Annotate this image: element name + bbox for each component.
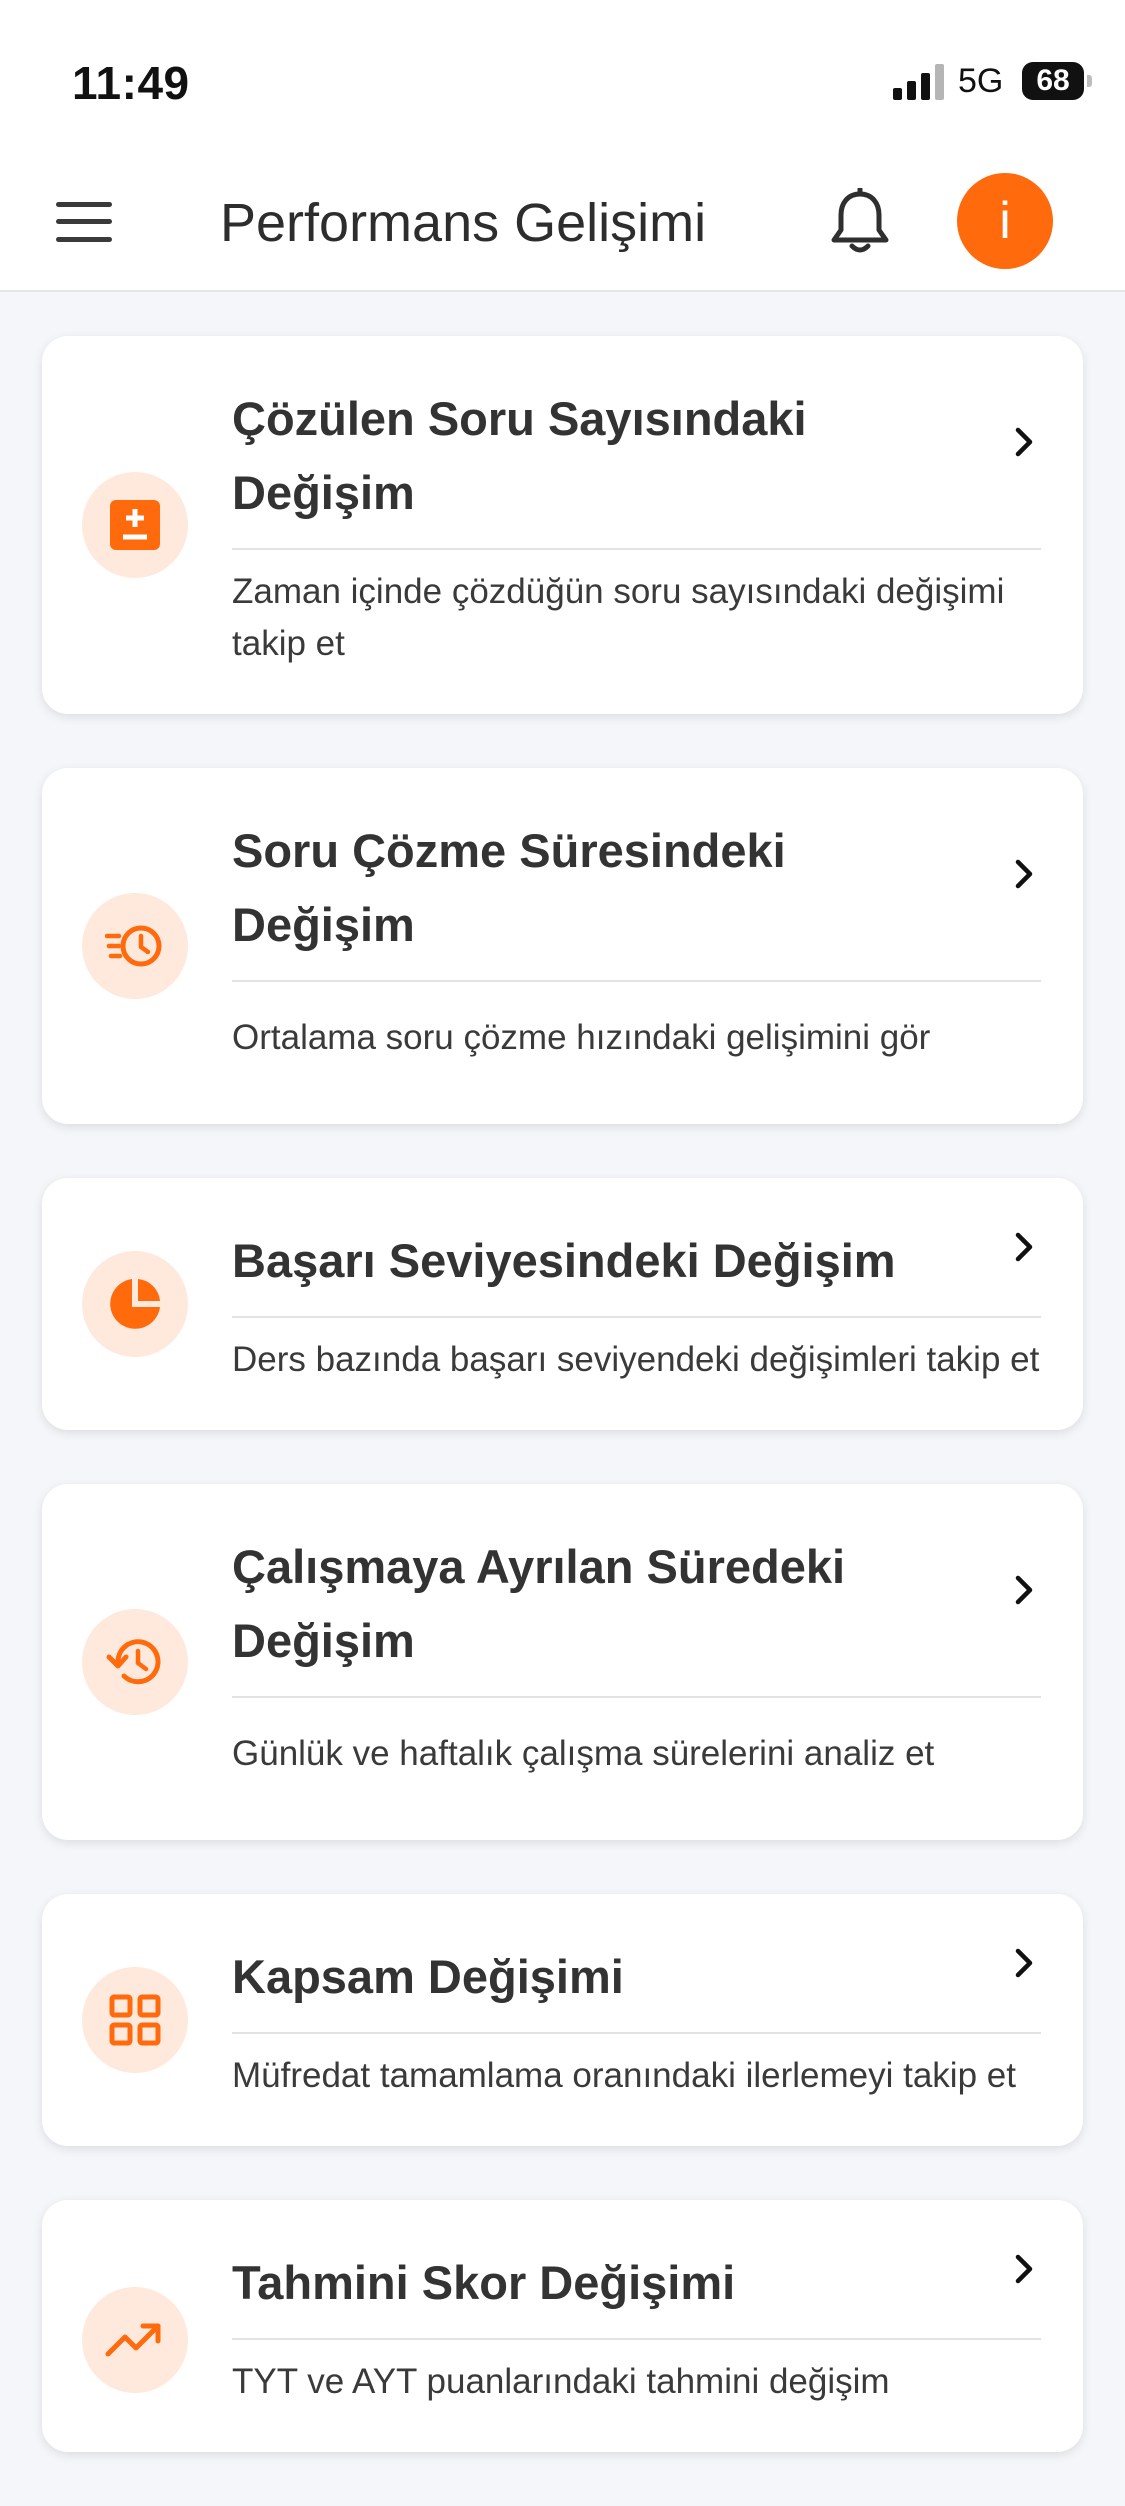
card-header: Başarı Seviyesindeki Değişim <box>232 1178 1041 1318</box>
status-time: 11:49 <box>72 57 190 109</box>
history-icon <box>82 1609 188 1715</box>
timer-speed-icon <box>82 893 188 999</box>
card-description: Ortalama soru çözme hızındaki gelişimini… <box>232 1018 931 1057</box>
card-title: Kapsam Değişimi <box>232 1950 624 2003</box>
status-bar: 11:49 5G 68 <box>0 0 1125 150</box>
chevron-right-icon <box>1015 1575 1033 1605</box>
card-description: TYT ve AYT puanlarındaki tahmini değişim <box>232 2362 890 2401</box>
card-header: Çözülen Soru Sayısındaki Değişim <box>232 336 1041 550</box>
card-title: Çözülen Soru Sayısındaki Değişim <box>232 392 807 519</box>
card-header: Kapsam Değişimi <box>232 1894 1041 2034</box>
card-description: Ders bazında başarı seviyendeki değişiml… <box>232 1340 1040 1379</box>
card-success-level[interactable]: Başarı Seviyesindeki Değişim Ders bazınd… <box>42 1178 1083 1430</box>
network-label: 5G <box>958 62 1004 100</box>
chevron-right-icon <box>1015 1232 1033 1262</box>
plus-minus-icon <box>82 472 188 578</box>
card-header: Tahmini Skor Değişimi <box>232 2200 1041 2340</box>
chevron-right-icon <box>1015 427 1033 457</box>
battery-level: 68 <box>1036 64 1070 97</box>
card-title: Başarı Seviyesindeki Değişim <box>232 1234 896 1287</box>
trending-up-icon <box>82 2287 188 2393</box>
chevron-right-icon <box>1015 1948 1033 1978</box>
avatar[interactable]: i <box>957 173 1053 269</box>
chevron-right-icon <box>1015 2254 1033 2284</box>
signal-icon <box>893 64 945 100</box>
card-description: Günlük ve haftalık çalışma sürelerini an… <box>232 1734 935 1773</box>
performance-list: Çözülen Soru Sayısındaki Değişim Zaman i… <box>42 336 1083 2506</box>
card-header: Soru Çözme Süresindeki Değişim <box>232 768 1041 982</box>
card-coverage[interactable]: Kapsam Değişimi Müfredat tamamlama oranı… <box>42 1894 1083 2146</box>
card-description: Zaman içinde çözdüğün soru sayısındaki d… <box>232 572 1005 663</box>
chevron-right-icon <box>1015 859 1033 889</box>
battery-icon: 68 <box>1022 62 1092 100</box>
bell-icon[interactable] <box>828 186 892 256</box>
card-solve-time[interactable]: Soru Çözme Süresindeki Değişim Ortalama … <box>42 768 1083 1124</box>
menu-icon[interactable] <box>56 202 112 242</box>
card-description: Müfredat tamamlama oranındaki ilerlemeyi… <box>232 2056 1016 2095</box>
card-estimated-score[interactable]: Tahmini Skor Değişimi TYT ve AYT puanlar… <box>42 2200 1083 2452</box>
card-title: Çalışmaya Ayrılan Süredeki Değişim <box>232 1540 846 1667</box>
card-study-time[interactable]: Çalışmaya Ayrılan Süredeki Değişim Günlü… <box>42 1484 1083 1840</box>
pie-chart-icon <box>82 1251 188 1357</box>
app-bar: Performans Gelişimi i <box>0 150 1125 292</box>
page-title: Performans Gelişimi <box>220 193 707 253</box>
card-header: Çalışmaya Ayrılan Süredeki Değişim <box>232 1484 1041 1698</box>
card-title: Soru Çözme Süresindeki Değişim <box>232 824 786 951</box>
card-question-count[interactable]: Çözülen Soru Sayısındaki Değişim Zaman i… <box>42 336 1083 714</box>
card-title: Tahmini Skor Değişimi <box>232 2256 736 2309</box>
grid-icon <box>82 1967 188 2073</box>
